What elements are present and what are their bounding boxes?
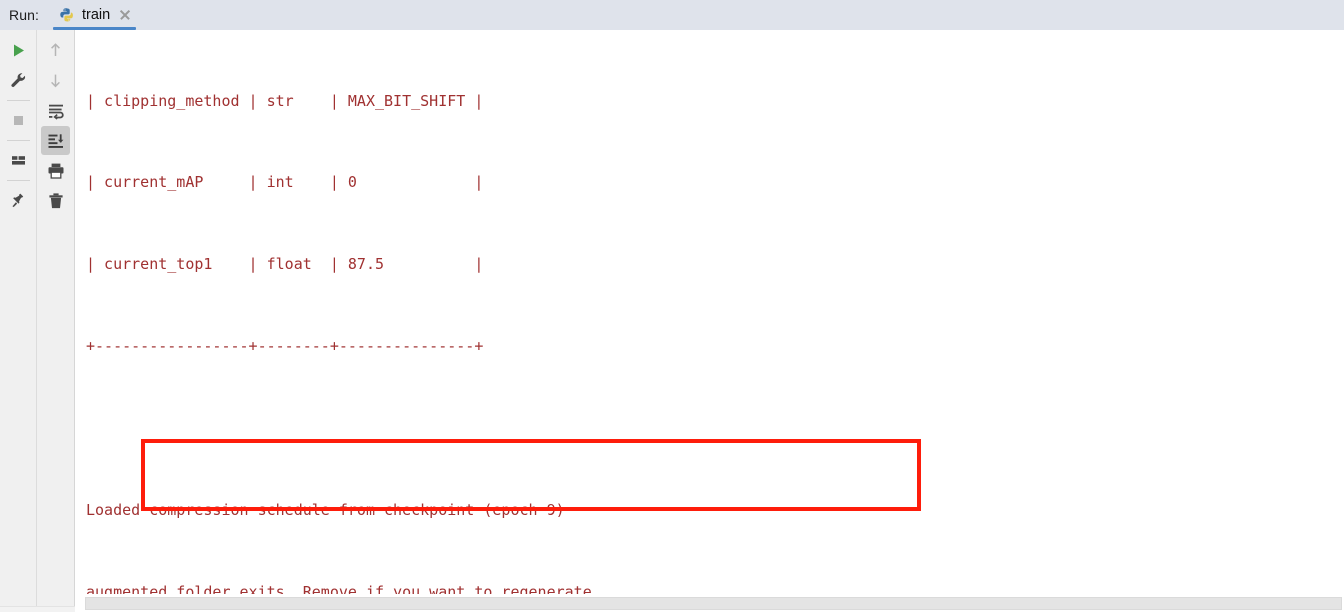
python-icon xyxy=(60,8,73,22)
close-icon[interactable] xyxy=(119,9,131,21)
arrow-down-icon xyxy=(51,74,60,88)
toolbar-separator xyxy=(6,180,30,181)
clear-all-button[interactable] xyxy=(41,186,70,215)
tab-label-train: train xyxy=(81,7,111,23)
stop-square-icon xyxy=(13,116,23,125)
toolbar-separator xyxy=(6,100,30,101)
up-button[interactable] xyxy=(41,36,70,65)
soft-wrap-button[interactable] xyxy=(41,96,70,125)
print-button[interactable] xyxy=(41,156,70,185)
console-line: | current_mAP | int | 0 | xyxy=(86,173,484,192)
console-line: | current_top1 | float | 87.5 | xyxy=(86,255,484,274)
pin-icon xyxy=(11,193,23,208)
run-tab-bar: Run: train xyxy=(0,0,1344,30)
console-line: Loaded compression schedule from checkpo… xyxy=(86,501,565,520)
run-window-body: | clipping_method | str | MAX_BIT_SHIFT … xyxy=(0,30,1344,612)
console-line: +-----------------+--------+------------… xyxy=(86,337,484,356)
scroll-to-end-icon xyxy=(48,133,63,148)
rerun-button[interactable] xyxy=(4,36,33,65)
console-output-panel[interactable]: | clipping_method | str | MAX_BIT_SHIFT … xyxy=(75,30,1344,612)
arrow-up-icon xyxy=(51,43,60,56)
play-icon xyxy=(13,44,24,57)
stop-button[interactable] xyxy=(4,106,33,135)
printer-icon xyxy=(48,163,63,179)
settings-button[interactable] xyxy=(4,66,33,95)
pin-tab-button[interactable] xyxy=(4,186,33,215)
toolbar-separator xyxy=(6,140,30,141)
tab-train[interactable]: train xyxy=(49,0,140,30)
run-tool-window-label: Run: xyxy=(9,7,39,23)
down-button[interactable] xyxy=(41,66,70,95)
console-text-content: | clipping_method | str | MAX_BIT_SHIFT … xyxy=(75,30,1016,612)
soft-wrap-icon xyxy=(48,104,64,120)
run-actions-toolbar-primary xyxy=(0,30,37,612)
horizontal-scrollbar[interactable] xyxy=(75,594,1344,612)
trash-icon xyxy=(48,192,63,208)
wrench-icon xyxy=(10,73,25,87)
layout-button[interactable] xyxy=(4,146,33,175)
console-line: | clipping_method | str | MAX_BIT_SHIFT … xyxy=(86,91,484,110)
scroll-to-end-button[interactable] xyxy=(41,126,70,155)
layout-icon xyxy=(11,156,25,165)
scrollbar-track[interactable] xyxy=(85,597,1342,610)
run-tool-window: Run: train | clipping_method | str | MAX… xyxy=(0,0,1344,612)
run-actions-toolbar-secondary xyxy=(37,30,75,612)
